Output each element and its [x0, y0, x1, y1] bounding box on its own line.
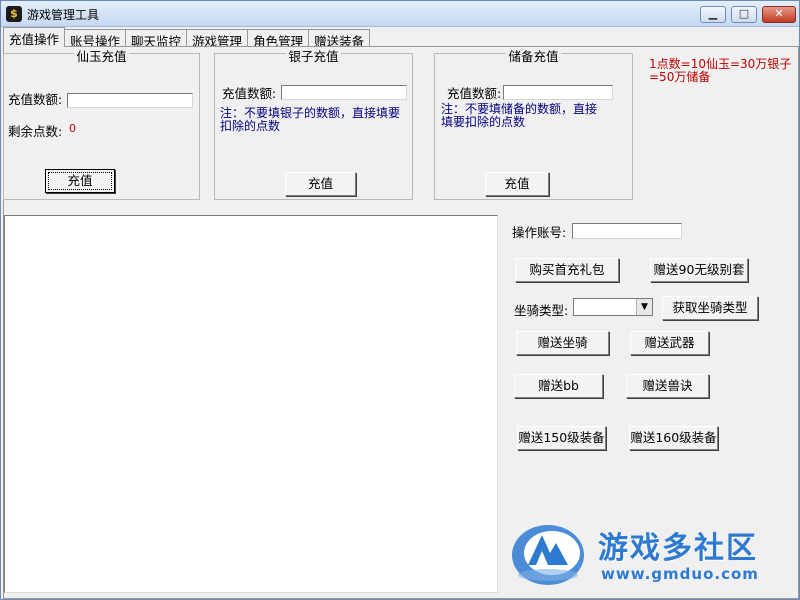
- tab-account[interactable]: 账号操作: [65, 29, 127, 49]
- watermark-url: www.gmduo.com: [601, 565, 759, 583]
- mount-type-select[interactable]: ▼: [573, 298, 653, 316]
- silver-amount-label: 充值数额:: [222, 86, 277, 101]
- main-window: $ 游戏管理工具 ▁ □ ✕ 充值操作 账号操作 聊天监控 游戏管理 角色管理 …: [0, 0, 800, 600]
- operate-account-label: 操作账号:: [512, 225, 567, 240]
- tab-bar: 充值操作 账号操作 聊天监控 游戏管理 角色管理 赠送装备: [3, 27, 371, 49]
- reserve-amount-input[interactable]: [503, 85, 613, 100]
- gift-mount-button[interactable]: 赠送坐骑: [516, 331, 609, 355]
- xianyu-amount-label: 充值数额:: [8, 92, 63, 107]
- silver-note: 注：不要填银子的数额，直接填要 扣除的点数: [220, 107, 400, 133]
- reserve-group-title: 储备充值: [506, 49, 561, 64]
- operate-account-input[interactable]: [572, 223, 682, 239]
- window-title: 游戏管理工具: [27, 8, 100, 22]
- gift-weapon-button[interactable]: 赠送武器: [630, 331, 709, 355]
- xianyu-recharge-group: 仙玉充值 充值数额: 剩余点数: 0 充值: [3, 49, 200, 200]
- silver-group-title: 银子充值: [286, 49, 341, 64]
- xianyu-group-title: 仙玉充值: [74, 49, 129, 64]
- gift-160-equip-button[interactable]: 赠送160级装备: [629, 426, 718, 450]
- close-button[interactable]: ✕: [762, 6, 796, 23]
- title-bar[interactable]: $ 游戏管理工具 ▁ □ ✕: [1, 1, 799, 27]
- watermark-name: 游戏多社区: [598, 531, 758, 566]
- tab-gift-equip[interactable]: 赠送装备: [309, 29, 371, 49]
- get-mount-types-button[interactable]: 获取坐骑类型: [662, 296, 758, 320]
- reserve-note: 注：不要填储备的数额，直接 填要扣除的点数: [441, 103, 597, 129]
- app-logo-icon: $: [6, 6, 22, 22]
- reserve-recharge-button[interactable]: 充值: [485, 172, 549, 196]
- reserve-recharge-group: 储备充值 充值数额: 注：不要填储备的数额，直接 填要扣除的点数 充值: [434, 49, 633, 200]
- tab-chat-monitor[interactable]: 聊天监控: [126, 29, 188, 49]
- site-watermark: 游戏多社区 www.gmduo.com: [506, 513, 791, 593]
- tab-game-manage[interactable]: 游戏管理: [187, 29, 249, 49]
- chevron-down-icon[interactable]: ▼: [636, 299, 652, 315]
- minimize-button[interactable]: ▁: [700, 6, 726, 23]
- exchange-rate-line2: =50万储备: [649, 70, 711, 84]
- reserve-note-line2: 填要扣除的点数: [441, 115, 526, 129]
- gift-90-outfit-button[interactable]: 赠送90无级别套: [650, 258, 748, 282]
- xianyu-recharge-button[interactable]: 充值: [45, 169, 115, 193]
- exchange-rate-info: 1点数=10仙玉=30万银子 =50万储备: [649, 58, 791, 84]
- silver-recharge-button[interactable]: 充值: [285, 172, 356, 196]
- maximize-button[interactable]: □: [731, 6, 757, 23]
- silver-amount-input[interactable]: [281, 85, 407, 100]
- mount-type-label: 坐骑类型:: [514, 303, 569, 318]
- log-output-area[interactable]: [4, 215, 498, 593]
- remaining-points-value: 0: [69, 122, 76, 135]
- watermark-logo-icon: [512, 525, 584, 585]
- reserve-amount-label: 充值数额:: [447, 86, 502, 101]
- gift-bb-button[interactable]: 赠送bb: [514, 374, 603, 398]
- gift-150-equip-button[interactable]: 赠送150级装备: [517, 426, 606, 450]
- silver-note-line2: 扣除的点数: [220, 119, 281, 133]
- silver-recharge-group: 银子充值 充值数额: 注：不要填银子的数额，直接填要 扣除的点数 充值: [214, 49, 413, 200]
- tab-recharge[interactable]: 充值操作: [3, 27, 66, 47]
- buy-first-pack-button[interactable]: 购买首充礼包: [515, 258, 619, 282]
- gift-beast-skill-button[interactable]: 赠送兽诀: [626, 374, 709, 398]
- tab-role-manage[interactable]: 角色管理: [248, 29, 310, 49]
- xianyu-amount-input[interactable]: [67, 93, 193, 108]
- remaining-points-label: 剩余点数:: [8, 124, 63, 139]
